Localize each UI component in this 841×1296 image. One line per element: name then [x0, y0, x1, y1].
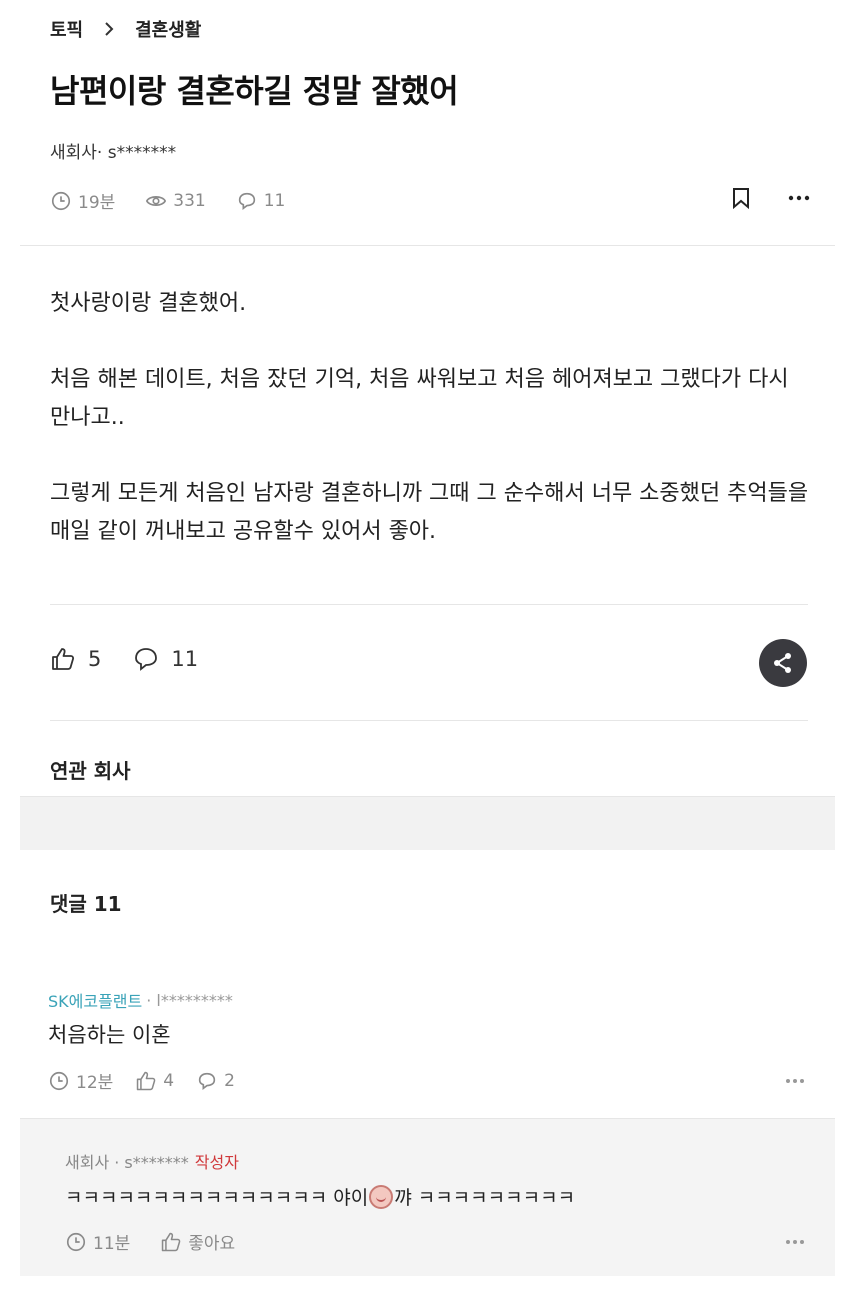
breadcrumb-topic[interactable]: 토픽	[50, 16, 83, 42]
breadcrumb-category[interactable]: 결혼생활	[135, 16, 201, 42]
post-paragraph: 처음 해본 데이트, 처음 잤던 기억, 처음 싸워보고 처음 헤어져보고 그랬…	[50, 367, 789, 430]
post-views: 331	[145, 190, 206, 212]
reply-text-part: 꺄 ㅋㅋㅋㅋㅋㅋㅋㅋㅋ	[394, 1187, 576, 1209]
comment-meta: 12분 4 2	[48, 1068, 235, 1093]
comment-button[interactable]: 11	[133, 646, 198, 672]
comment-company-link[interactable]: SK에코플랜트	[48, 988, 142, 1012]
post-paragraph: 첫사랑이랑 결혼했어.	[50, 291, 247, 316]
reply-like-button[interactable]: 좋아요	[160, 1229, 235, 1254]
post-comments-value: 11	[263, 190, 286, 211]
reply-item: 새회사 · s******* 작성자 ㅋㅋㅋㅋㅋㅋㅋㅋㅋㅋㅋㅋㅋㅋㅋ 야이 꺄 …	[20, 1118, 835, 1276]
like-button[interactable]: 5	[50, 646, 101, 672]
reply-time: 11분	[65, 1229, 130, 1254]
thumbs-up-icon	[137, 1071, 156, 1090]
comment-reply-count: 2	[224, 1070, 235, 1091]
reply-user: 새회사 · s*******	[65, 1153, 189, 1172]
post-views-value: 331	[173, 190, 206, 211]
comment-icon	[198, 1072, 216, 1090]
comment-text: 처음하는 이혼	[48, 1023, 171, 1047]
comment-more-icon[interactable]	[785, 1078, 805, 1084]
comment-time-value: 12분	[76, 1073, 114, 1093]
related-companies-title: 연관 회사	[50, 759, 131, 783]
clock-icon	[66, 1232, 86, 1251]
clock-icon	[49, 1071, 69, 1090]
reaction-bar: 5 11	[50, 646, 198, 672]
comment-like-count: 4	[163, 1070, 175, 1091]
more-button[interactable]	[787, 186, 811, 210]
post-author[interactable]: 새회사· s*******	[50, 138, 176, 163]
reply-like-label: 좋아요	[188, 1234, 236, 1254]
comment-time: 12분	[48, 1068, 113, 1093]
divider	[50, 720, 808, 721]
comment-header: SK에코플랜트 · l*********	[48, 988, 233, 1012]
comment-count: 11	[171, 647, 199, 671]
post-title: 남편이랑 결혼하길 정말 잘했어	[50, 72, 459, 110]
comments-title: 댓글 11	[50, 892, 122, 916]
author-badge: 작성자	[194, 1153, 239, 1172]
reply-meta: 11분 좋아요	[65, 1229, 235, 1254]
post-time: 19분	[50, 188, 115, 213]
reply-header: 새회사 · s******* 작성자	[65, 1149, 239, 1173]
share-button[interactable]	[759, 639, 807, 687]
related-companies-area	[20, 796, 835, 850]
post-paragraph: 그렇게 모든게 처음인 남자랑 결혼하니까 그때 그 순수해서 너무 소중했던 …	[50, 481, 809, 544]
emoji-icon	[369, 1184, 394, 1209]
comment-icon	[135, 648, 158, 671]
breadcrumb: 토픽 결혼생활	[50, 16, 201, 42]
post-time-value: 19분	[78, 193, 116, 213]
thumbs-up-icon	[52, 648, 75, 670]
comment-icon	[238, 192, 255, 210]
reply-time-value: 11분	[93, 1234, 131, 1254]
divider	[50, 604, 808, 605]
comment-user: · l*********	[146, 990, 233, 1010]
bookmark-icon	[733, 188, 749, 210]
post-actions	[729, 186, 811, 210]
share-icon	[774, 653, 791, 673]
like-count: 5	[88, 647, 102, 671]
clock-icon	[51, 191, 71, 210]
thumbs-up-icon	[162, 1232, 181, 1251]
chevron-right-icon	[105, 22, 114, 36]
post-comments: 11	[236, 190, 286, 212]
reply-text: ㅋㅋㅋㅋㅋㅋㅋㅋㅋㅋㅋㅋㅋㅋㅋ 야이 꺄 ㅋㅋㅋㅋㅋㅋㅋㅋㅋ	[65, 1183, 575, 1210]
eye-icon	[146, 195, 167, 206]
comment-reply-button[interactable]: 2	[196, 1070, 235, 1092]
reply-more-icon[interactable]	[785, 1239, 805, 1245]
post-body: 첫사랑이랑 결혼했어. 처음 해본 데이트, 처음 잤던 기억, 처음 싸워보고…	[50, 285, 810, 551]
more-icon	[788, 195, 810, 201]
bookmark-button[interactable]	[729, 186, 753, 210]
reply-text-part: ㅋㅋㅋㅋㅋㅋㅋㅋㅋㅋㅋㅋㅋㅋㅋ 야이	[65, 1187, 369, 1209]
post-meta: 19분 331 11	[50, 188, 285, 213]
comment-like-button[interactable]: 4	[135, 1070, 174, 1092]
divider	[20, 245, 835, 246]
